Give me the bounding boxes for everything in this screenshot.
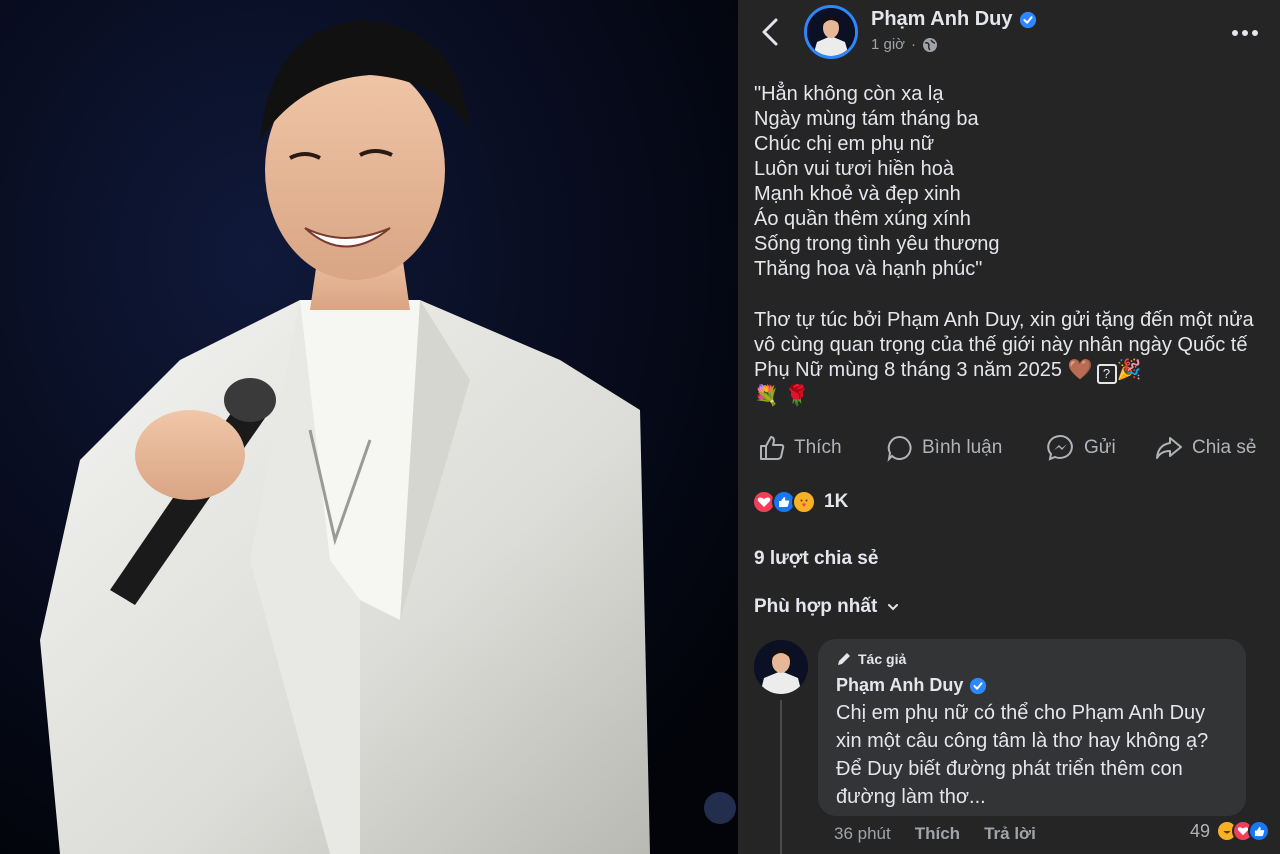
- commenter-avatar[interactable]: [754, 640, 808, 694]
- comment-footer: 36 phút Thích Trả lời: [834, 824, 1036, 844]
- post-header: Phạm Anh Duy 1 giờ ·: [738, 0, 1280, 66]
- comment-author-name[interactable]: Phạm Anh Duy: [836, 675, 963, 696]
- pencil-icon: [838, 653, 850, 665]
- messenger-icon: [1047, 434, 1073, 461]
- like-label[interactable]: Thích: [794, 437, 842, 459]
- send-button[interactable]: Gửi: [1046, 433, 1116, 463]
- chevron-left-icon: [762, 18, 778, 46]
- comment-time[interactable]: 36 phút: [834, 824, 891, 844]
- comment-label[interactable]: Bình luận: [922, 437, 1002, 459]
- comment-bubble[interactable]: Tác giả Phạm Anh Duy Chị em phụ nữ có th…: [818, 639, 1246, 816]
- post-poem: "Hẳn không còn xa lạ Ngày mùng tám tháng…: [754, 83, 1000, 280]
- like-button[interactable]: Thích: [758, 434, 842, 462]
- post-actions-bar: Thích Bình luận Gửi Chia sẻ: [738, 428, 1280, 468]
- comment-author[interactable]: Phạm Anh Duy: [836, 675, 987, 696]
- care-reaction-icon: [792, 490, 816, 514]
- unknown-emoji-box: ?: [1096, 364, 1117, 384]
- send-label[interactable]: Gửi: [1084, 437, 1116, 459]
- comment-reactions[interactable]: 49: [1190, 820, 1270, 842]
- more-dots-icon: [1232, 30, 1258, 36]
- verified-badge-icon: [1019, 11, 1036, 28]
- sort-label[interactable]: Phù hợp nhất: [754, 596, 877, 618]
- comment-thread-line: [780, 700, 782, 854]
- post-panel: Phạm Anh Duy 1 giờ · "Hẳn không còn xa l…: [738, 0, 1280, 854]
- post-caption: Thơ tự túc bởi Phạm Anh Duy, xin gửi tặn…: [754, 308, 1264, 409]
- author-tag: Tác giả: [836, 651, 906, 667]
- reaction-count[interactable]: 1K: [824, 491, 848, 513]
- caption-text: Thơ tự túc bởi Phạm Anh Duy, xin gửi tặn…: [754, 309, 1254, 381]
- post-photo[interactable]: [0, 0, 738, 854]
- author-tag-label: Tác giả: [858, 651, 907, 667]
- comment-reply-button[interactable]: Trả lời: [984, 824, 1036, 844]
- comment-sort-dropdown[interactable]: Phù hợp nhất: [754, 596, 899, 618]
- comment-reaction-count[interactable]: 49: [1190, 821, 1210, 842]
- thumbs-up-icon: [760, 436, 785, 460]
- share-arrow-icon: [1156, 437, 1182, 459]
- comment-text: Chị em phụ nữ có thể cho Phạm Anh Duy xi…: [836, 702, 1209, 808]
- commenter-avatar-image: [754, 640, 808, 694]
- chevron-down-icon: [888, 604, 899, 611]
- post-time[interactable]: 1 giờ: [871, 36, 905, 53]
- post-meta: 1 giờ ·: [871, 36, 938, 53]
- share-button[interactable]: Chia sẻ: [1154, 434, 1256, 462]
- bouquet-emoji: 💐: [754, 385, 779, 407]
- avatar-image: [807, 8, 855, 56]
- like-reaction-icon: [1248, 820, 1270, 842]
- share-label[interactable]: Chia sẻ: [1192, 437, 1256, 459]
- reaction-summary[interactable]: 1K: [752, 490, 848, 514]
- verified-badge-icon: [970, 677, 987, 694]
- back-button[interactable]: [756, 14, 784, 50]
- more-options-button[interactable]: [1230, 18, 1260, 48]
- share-count[interactable]: 9 lượt chia sẻ: [754, 548, 878, 570]
- author-avatar[interactable]: [804, 5, 858, 59]
- author-name[interactable]: Phạm Anh Duy: [871, 8, 1037, 31]
- globe-icon: [923, 37, 938, 52]
- comment-like-button[interactable]: Thích: [915, 824, 960, 844]
- party-popper-emoji: 🎉: [1116, 359, 1142, 381]
- comment-button[interactable]: Bình luận: [886, 434, 1002, 462]
- author-name-text[interactable]: Phạm Anh Duy: [871, 8, 1013, 31]
- brown-heart-emoji: 🤎: [1067, 359, 1093, 381]
- rose-emoji: 🌹: [784, 385, 810, 407]
- comment-bubble-icon: [887, 435, 912, 462]
- meta-separator: ·: [911, 36, 917, 53]
- singer-photo-illustration: [0, 0, 738, 854]
